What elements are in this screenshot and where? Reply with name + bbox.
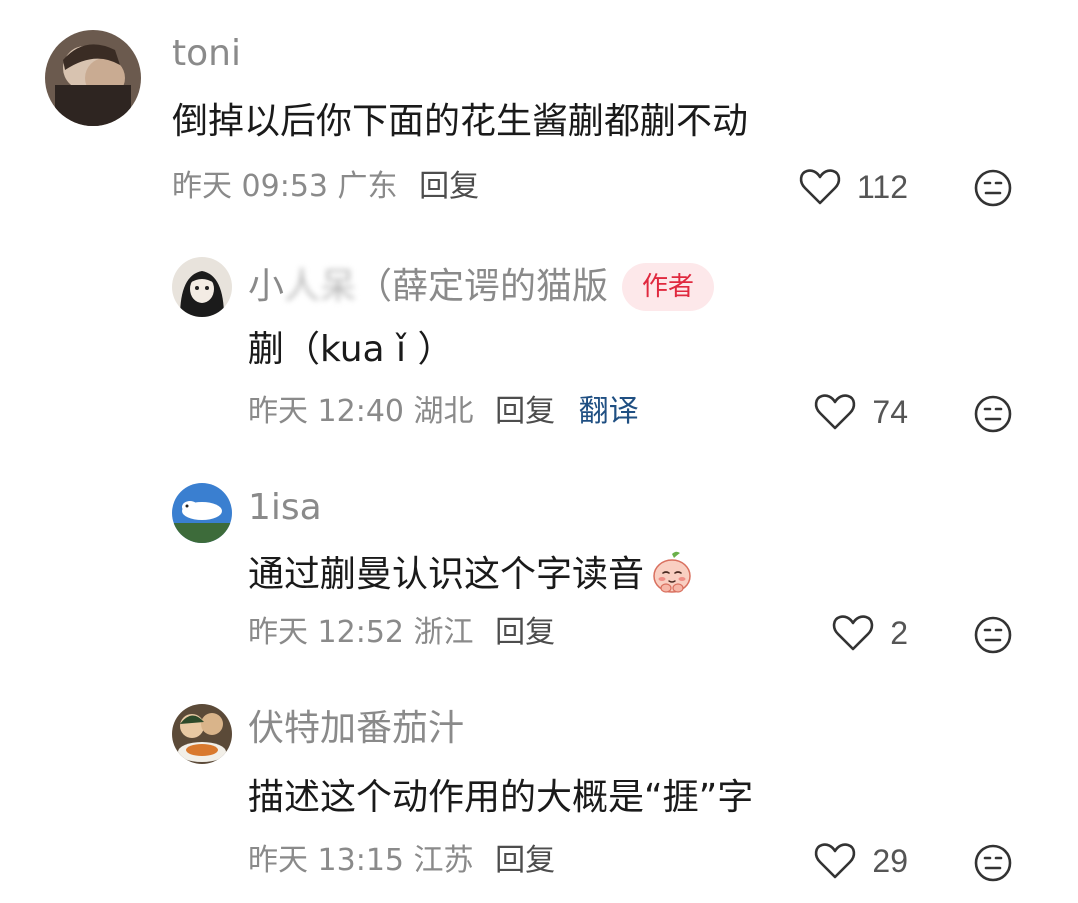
- comment-text: 通过蒯曼认识这个字读音: [248, 550, 694, 605]
- like-button[interactable]: 74: [814, 392, 908, 432]
- like-count: 112: [856, 168, 908, 205]
- location: 浙江: [413, 615, 474, 650]
- timestamp: 昨天 13:15: [248, 843, 404, 878]
- timestamp: 昨天 12:52: [248, 615, 404, 650]
- neutral-face-icon[interactable]: [973, 843, 1013, 883]
- avatar[interactable]: [172, 483, 232, 543]
- avatar[interactable]: [172, 704, 232, 764]
- username[interactable]: 小人呆（薛定谔的猫版 作者: [248, 263, 715, 311]
- reply-button[interactable]: 回复: [495, 843, 555, 878]
- neutral-face-icon[interactable]: [973, 168, 1013, 208]
- username[interactable]: toni: [172, 34, 241, 74]
- like-count: 2: [890, 614, 908, 651]
- avatar[interactable]: [45, 30, 141, 126]
- neutral-face-icon[interactable]: [973, 394, 1013, 434]
- like-button[interactable]: 112: [799, 167, 908, 207]
- comment-text: 倒掉以后你下面的花生酱蒯都蒯不动: [172, 101, 749, 142]
- location: 江苏: [413, 843, 474, 878]
- comment-meta: 昨天 13:15 江苏 回复: [248, 843, 555, 879]
- like-count: 29: [872, 842, 908, 879]
- comment-meta: 昨天 12:52 浙江 回复: [248, 615, 555, 651]
- comment-text: 描述这个动作用的大概是“捱”字: [248, 777, 754, 818]
- timestamp: 昨天 12:40: [248, 394, 404, 429]
- neutral-face-icon[interactable]: [973, 615, 1013, 655]
- comment-meta: 昨天 09:53 广东 回复: [172, 169, 479, 205]
- comment-text: 蒯（kua ǐ ）: [248, 329, 454, 370]
- like-button[interactable]: 2: [832, 613, 908, 653]
- comment-meta: 昨天 12:40 湖北 回复 翻译: [248, 394, 639, 430]
- location: 湖北: [413, 394, 474, 429]
- like-count: 74: [872, 393, 908, 430]
- timestamp: 昨天 09:53: [172, 169, 328, 204]
- reply-button[interactable]: 回复: [495, 615, 555, 650]
- translate-button[interactable]: 翻译: [579, 394, 639, 429]
- heart-outline-icon: [833, 615, 874, 651]
- heart-outline-icon: [815, 843, 856, 879]
- username[interactable]: 1isa: [248, 488, 322, 528]
- shy-peach-emoji: [650, 550, 694, 605]
- reply-button[interactable]: 回复: [419, 169, 479, 204]
- username[interactable]: 伏特加番茄汁: [248, 709, 464, 749]
- location: 广东: [337, 169, 398, 204]
- avatar[interactable]: [172, 257, 232, 317]
- like-button[interactable]: 29: [814, 841, 908, 881]
- heart-outline-icon: [815, 394, 856, 430]
- reply-button[interactable]: 回复: [495, 394, 555, 429]
- heart-outline-icon: [799, 169, 841, 205]
- author-badge: 作者: [622, 263, 715, 311]
